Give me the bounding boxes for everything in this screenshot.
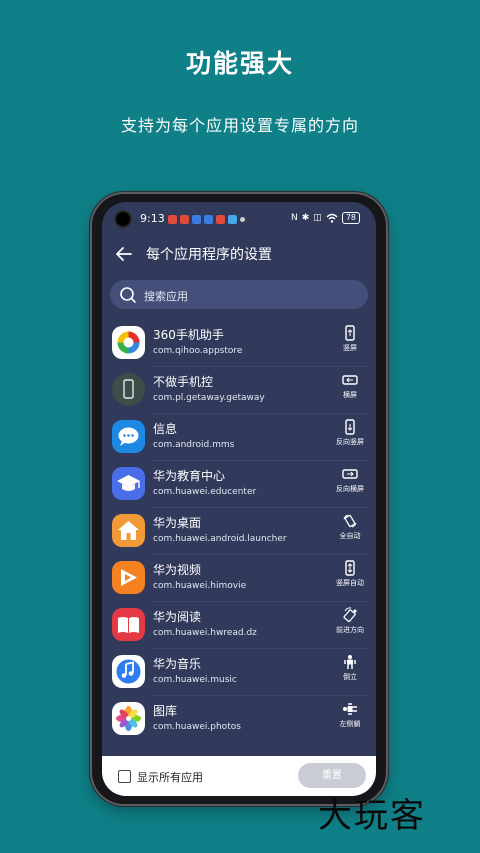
upside-down-icon: [344, 655, 356, 669]
phone-screen: 9:13 N ✱ ◫ 78 每个应用程序的设置 搜索应用 360手机助手 com…: [102, 202, 376, 796]
orientation-mode-button[interactable]: 前进方向: [330, 607, 370, 635]
mode-label: 竖屏自动: [336, 579, 364, 587]
notification-icon: [216, 215, 225, 224]
front-camera: [116, 212, 130, 226]
app-row[interactable]: 360手机助手 com.qihoo.appstore 竖屏: [102, 320, 376, 367]
page-title: 每个应用程序的设置: [146, 247, 272, 263]
orientation-mode-button[interactable]: 反向横屏: [330, 466, 370, 494]
music-icon: [112, 655, 145, 688]
app-package: com.huawei.music: [153, 675, 237, 685]
notification-icon: [228, 215, 237, 224]
app-row[interactable]: 华为阅读 com.huawei.hwread.dz 前进方向: [102, 602, 376, 649]
mode-label: 反向横屏: [336, 485, 364, 493]
mode-label: 左侧躺: [339, 720, 361, 728]
app-name: 信息: [153, 422, 178, 436]
gallery-icon: [112, 702, 145, 735]
notification-icon: [180, 215, 189, 224]
app-name: 华为音乐: [153, 657, 202, 671]
orientation-mode-button[interactable]: 横屏: [330, 372, 370, 400]
bluetooth-icon: ✱: [301, 213, 310, 223]
show-all-checkbox[interactable]: [118, 770, 131, 783]
app-package: com.huawei.hwread.dz: [153, 628, 257, 638]
orientation-mode-button[interactable]: 竖屏: [330, 325, 370, 353]
app-row[interactable]: 信息 com.android.mms 反向竖屏: [102, 414, 376, 461]
reverse-landscape-icon: [342, 469, 358, 479]
app-package: com.qihoo.appstore: [153, 346, 243, 356]
watermark: 大玩客: [318, 796, 426, 836]
mode-label: 竖屏: [343, 344, 357, 352]
search-bar[interactable]: 搜索应用: [110, 280, 368, 309]
portrait-icon: [345, 325, 355, 341]
orientation-mode-button[interactable]: 全自动: [330, 513, 370, 541]
mode-label: 倒立: [343, 673, 357, 681]
hero-subtitle: 支持为每个应用设置专属的方向: [120, 116, 359, 135]
app-package: com.pl.getaway.getaway: [153, 393, 265, 403]
search-icon: [120, 287, 136, 303]
orientation-mode-button[interactable]: 反向竖屏: [330, 419, 370, 447]
app-package: com.huawei.android.launcher: [153, 534, 287, 544]
app-package: com.huawei.photos: [153, 722, 241, 732]
messages-icon: [112, 420, 145, 453]
landscape-icon: [342, 375, 358, 385]
education-icon: [112, 467, 145, 500]
app-row[interactable]: 图库 com.huawei.photos 左侧躺: [102, 696, 376, 743]
app-name: 华为视频: [153, 563, 202, 577]
back-arrow-icon[interactable]: [114, 244, 134, 264]
battery-indicator: 78: [341, 212, 360, 224]
app-row[interactable]: 不做手机控 com.pl.getaway.getaway 横屏: [102, 367, 376, 414]
nfc-icon: N: [291, 213, 298, 223]
app-name: 不做手机控: [153, 375, 214, 389]
phone-control-icon: [112, 373, 145, 406]
show-all-label[interactable]: 显示所有应用: [137, 769, 203, 785]
app-bar: 每个应用程序的设置: [102, 238, 376, 274]
phone-frame: 9:13 N ✱ ◫ 78 每个应用程序的设置 搜索应用 360手机助手 com…: [92, 194, 386, 804]
portrait-auto-icon: [345, 560, 355, 576]
app-row[interactable]: 华为视频 com.huawei.himovie 竖屏自动: [102, 555, 376, 602]
system-icons: N ✱ ◫ 78: [291, 212, 360, 224]
app-package: com.android.mms: [153, 440, 235, 450]
notification-icon: [168, 215, 177, 224]
app-name: 华为阅读: [153, 610, 202, 624]
mute-icon: ◫: [313, 213, 322, 223]
status-time: 9:13: [140, 212, 165, 225]
360-appstore-icon: [112, 326, 145, 359]
app-row[interactable]: 华为教育中心 com.huawei.educenter 反向横屏: [102, 461, 376, 508]
orientation-mode-button[interactable]: 倒立: [330, 654, 370, 682]
notification-icon: [204, 215, 213, 224]
video-icon: [112, 561, 145, 594]
full-auto-icon: [343, 514, 357, 528]
orientation-mode-button[interactable]: 左侧躺: [330, 701, 370, 729]
app-row[interactable]: 华为桌面 com.huawei.android.launcher 全自动: [102, 508, 376, 555]
wifi-icon: [326, 213, 338, 223]
app-name: 360手机助手: [153, 328, 224, 342]
orientation-mode-button[interactable]: 竖屏自动: [330, 560, 370, 588]
more-dots-icon: [240, 217, 245, 222]
forward-direction-icon: [343, 607, 357, 622]
reader-icon: [112, 608, 145, 641]
launcher-icon: [112, 514, 145, 547]
app-name: 华为教育中心: [153, 469, 226, 483]
hero-title: 功能强大: [185, 49, 294, 78]
app-package: com.huawei.educenter: [153, 487, 257, 497]
status-bar: 9:13 N ✱ ◫ 78: [102, 202, 376, 228]
notification-icon: [192, 215, 201, 224]
mode-label: 横屏: [343, 391, 357, 399]
mode-label: 前进方向: [336, 626, 364, 634]
app-row[interactable]: 华为音乐 com.huawei.music 倒立: [102, 649, 376, 696]
search-input[interactable]: 搜索应用: [144, 288, 188, 304]
app-package: com.huawei.himovie: [153, 581, 247, 591]
app-name: 图库: [153, 704, 178, 718]
lying-left-icon: [343, 703, 357, 715]
app-name: 华为桌面: [153, 516, 202, 530]
mode-label: 全自动: [339, 532, 361, 540]
mode-label: 反向竖屏: [336, 438, 364, 446]
reset-button[interactable]: 重置: [298, 763, 366, 788]
notification-icons: [168, 215, 245, 224]
reverse-portrait-icon: [345, 419, 355, 435]
